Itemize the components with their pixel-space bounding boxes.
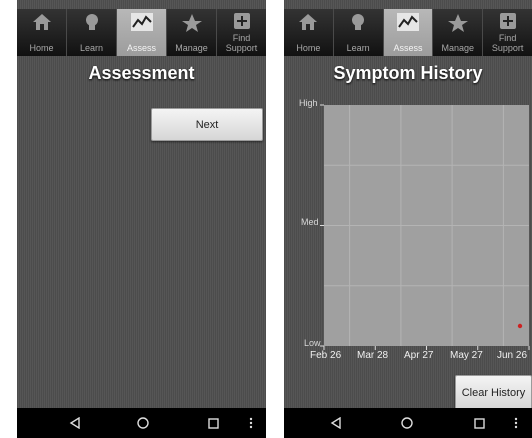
tab-assess[interactable]: Assess (383, 9, 434, 56)
system-nav-bar (17, 408, 266, 438)
tab-label: Assess (393, 43, 423, 53)
page-title: Symptom History (333, 63, 483, 83)
back-icon[interactable] (324, 408, 348, 438)
tab-learn[interactable]: Learn (333, 9, 384, 56)
home-icon (298, 13, 318, 33)
page-title: Assessment (88, 63, 195, 83)
star-icon (181, 13, 203, 35)
home-circle-icon[interactable] (395, 408, 419, 438)
chart-line-icon (130, 13, 153, 33)
home-icon (32, 13, 52, 33)
y-tick-label: Med (301, 217, 319, 227)
tab-find-support[interactable]: Find Support (217, 9, 266, 56)
lightbulb-icon (84, 13, 100, 35)
tab-label: Find Support (225, 33, 258, 53)
tab-find-support[interactable]: Find Support (483, 9, 532, 56)
tab-manage[interactable]: Manage (433, 9, 484, 56)
back-icon[interactable] (63, 408, 87, 438)
recents-icon[interactable] (201, 408, 225, 438)
symptom-chart: High Med Low Feb 26 Mar 28 Apr 27 May 27… (284, 90, 532, 370)
x-tick-label: Apr 27 (404, 350, 434, 361)
next-button[interactable]: Next (151, 108, 263, 141)
tab-assess[interactable]: Assess (117, 9, 167, 56)
home-circle-icon[interactable] (131, 408, 155, 438)
tab-manage[interactable]: Manage (167, 9, 217, 56)
data-point (517, 323, 523, 329)
tab-label: Manage (175, 43, 208, 53)
clear-history-button[interactable]: Clear History (455, 375, 532, 410)
more-icon[interactable] (508, 408, 524, 438)
y-tick-label: High (299, 98, 318, 108)
tab-label: Manage (441, 43, 475, 53)
symptom-history-screen: Home Learn Assess Manage Find Support Sy… (284, 0, 532, 438)
tab-home[interactable]: Home (17, 9, 67, 56)
tab-label: Home (296, 43, 321, 53)
lightbulb-icon (350, 13, 366, 35)
tab-label: Home (29, 43, 54, 53)
chart-line-icon (396, 13, 419, 33)
x-tick-label: Jun 26 (497, 350, 528, 361)
assessment-screen: Home Learn Assess Manage Find Support As… (17, 0, 266, 438)
tab-bar: Home Learn Assess Manage Find Support (17, 9, 266, 56)
tab-bar: Home Learn Assess Manage Find Support (284, 9, 532, 56)
tab-label: Learn (346, 43, 370, 53)
tab-learn[interactable]: Learn (67, 9, 117, 56)
plus-box-icon (499, 13, 516, 31)
x-tick-label: May 27 (450, 350, 483, 361)
chart-canvas (320, 104, 530, 350)
star-icon (447, 13, 469, 35)
recents-icon[interactable] (467, 408, 491, 438)
y-tick-label: Low (304, 338, 321, 348)
tab-label: Find Support (491, 33, 524, 53)
system-nav-bar (284, 408, 532, 438)
more-icon[interactable] (243, 408, 259, 438)
x-tick-label: Feb 26 (310, 350, 342, 361)
tab-label: Assess (126, 43, 156, 53)
x-tick-label: Mar 28 (357, 350, 389, 361)
tab-label: Learn (79, 43, 104, 53)
tab-home[interactable]: Home (284, 9, 334, 56)
plus-box-icon (233, 13, 250, 31)
